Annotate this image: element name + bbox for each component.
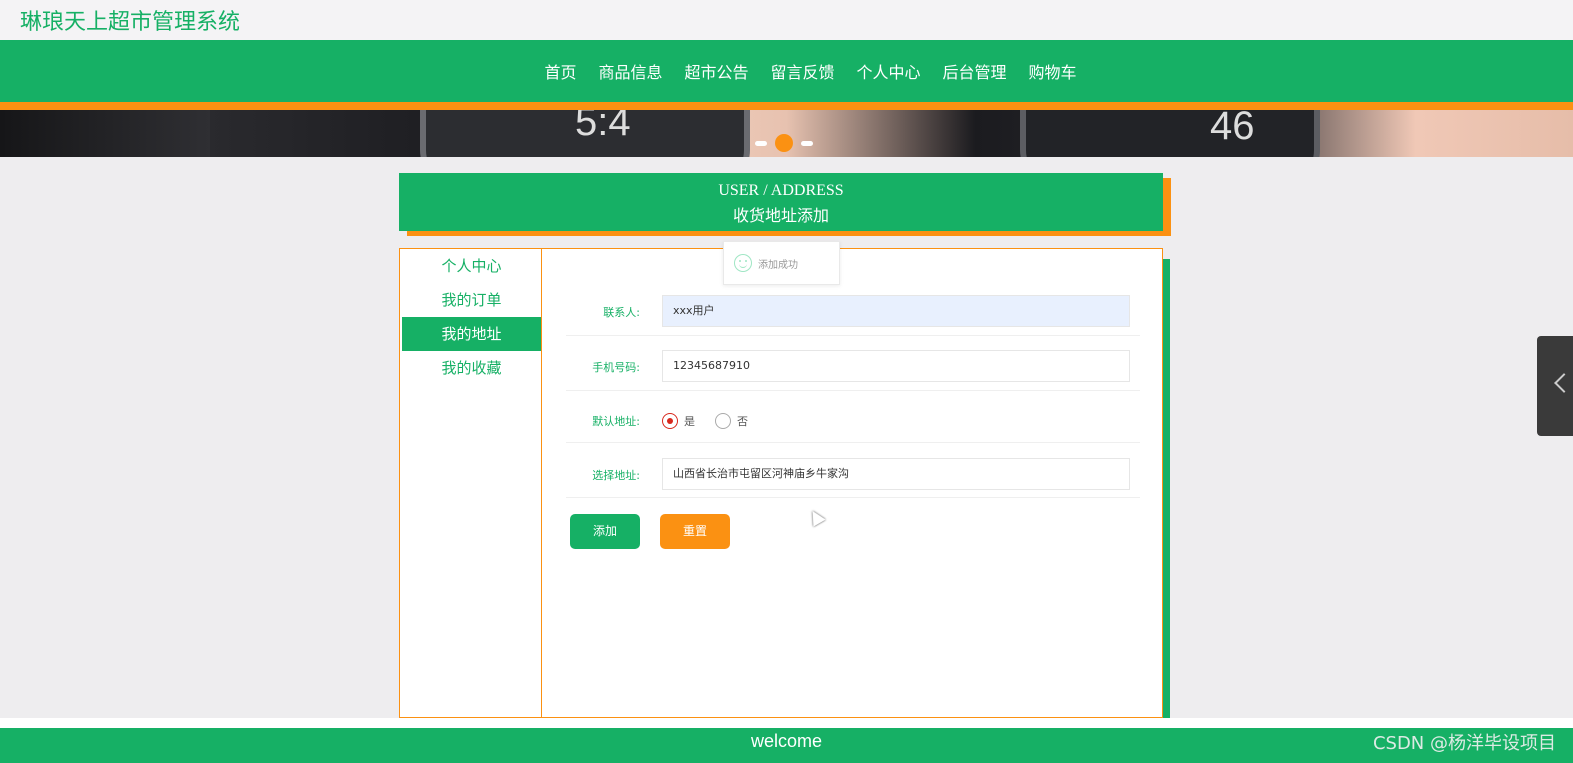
default-address-label: 默认地址: — [592, 415, 640, 428]
side-menu-item-profile[interactable]: 个人中心 — [402, 249, 541, 283]
side-menu-item-address[interactable]: 我的地址 — [402, 317, 541, 351]
nav-item-admin[interactable]: 后台管理 — [932, 59, 1018, 83]
banner-watch-image — [1020, 110, 1320, 157]
footer-text: welcome — [750, 731, 823, 751]
site-title[interactable]: 琳琅天上超市管理系统 — [20, 4, 240, 36]
address-label: 选择地址: — [592, 469, 640, 482]
banner-watch-time: 46 — [1210, 110, 1255, 148]
main-nav: 首页 商品信息 超市公告 留言反馈 个人中心 后台管理 购物车 — [0, 40, 1573, 110]
form-row-phone: 手机号码: 12345687910 — [566, 341, 1140, 391]
carousel-indicators — [755, 134, 813, 152]
carousel-dot[interactable] — [801, 140, 813, 146]
phone-input[interactable]: 12345687910 — [662, 350, 1130, 382]
nav-list: 首页 商品信息 超市公告 留言反馈 个人中心 后台管理 购物车 — [0, 40, 1573, 102]
nav-item-profile[interactable]: 个人中心 — [846, 59, 932, 83]
phone-label: 手机号码: — [592, 361, 640, 374]
contact-label: 联系人: — [603, 306, 640, 319]
banner-image-left — [0, 110, 210, 157]
side-menu: 个人中心 我的订单 我的地址 我的收藏 — [400, 249, 542, 717]
add-button[interactable]: 添加 — [570, 514, 640, 549]
nav-item-announcements[interactable]: 超市公告 — [673, 59, 759, 83]
section-title-en: USER / ADDRESS — [718, 182, 844, 199]
radio-no-label: 否 — [737, 415, 748, 428]
nav-item-feedback[interactable]: 留言反馈 — [759, 59, 845, 83]
default-address-radio-group: 是 否 — [662, 413, 762, 429]
success-toast: 添加成功 — [723, 241, 840, 285]
section-title-cn: 收货地址添加 — [732, 208, 829, 225]
banner-watch-time: 5:4 — [575, 110, 631, 144]
footer-spacer — [0, 718, 1573, 728]
toast-message: 添加成功 — [758, 259, 798, 271]
chevron-left-icon — [1554, 373, 1573, 393]
side-menu-item-favorites[interactable]: 我的收藏 — [402, 351, 541, 385]
nav-item-cart[interactable]: 购物车 — [1018, 59, 1088, 83]
side-collapse-tab[interactable] — [1537, 336, 1573, 436]
nav-item-products[interactable]: 商品信息 — [587, 59, 673, 83]
radio-yes-label: 是 — [684, 415, 695, 428]
nav-item-home[interactable]: 首页 — [533, 59, 587, 83]
form-row-address: 选择地址: 山西省长治市屯留区河神庙乡牛家沟 — [566, 447, 1140, 498]
section-header: USER / ADDRESS 收货地址添加 — [399, 173, 1163, 231]
reset-button[interactable]: 重置 — [660, 514, 730, 549]
watermark: CSDN @杨洋毕设项目 — [1372, 733, 1556, 754]
carousel-dot[interactable] — [755, 140, 767, 146]
address-panel: 个人中心 我的订单 我的地址 我的收藏 添加成功 联系人: xxx用户 手机号码… — [399, 241, 1163, 718]
banner-carousel[interactable]: 5:4 46 — [0, 110, 1573, 157]
carousel-dot-active[interactable] — [775, 134, 793, 152]
contact-input[interactable]: xxx用户 — [662, 295, 1130, 327]
footer: welcome — [0, 728, 1573, 763]
radio-yes[interactable] — [662, 413, 678, 429]
address-input[interactable]: 山西省长治市屯留区河神庙乡牛家沟 — [662, 458, 1130, 490]
radio-no[interactable] — [715, 413, 731, 429]
form-row-contact: 联系人: xxx用户 — [566, 286, 1140, 336]
form-row-default: 默认地址: 是 否 — [566, 395, 1140, 443]
smile-icon — [734, 254, 752, 272]
top-bar: 琳琅天上超市管理系统 — [0, 0, 1573, 40]
side-menu-item-orders[interactable]: 我的订单 — [402, 283, 541, 317]
side-menu-list: 个人中心 我的订单 我的地址 我的收藏 — [400, 249, 541, 385]
